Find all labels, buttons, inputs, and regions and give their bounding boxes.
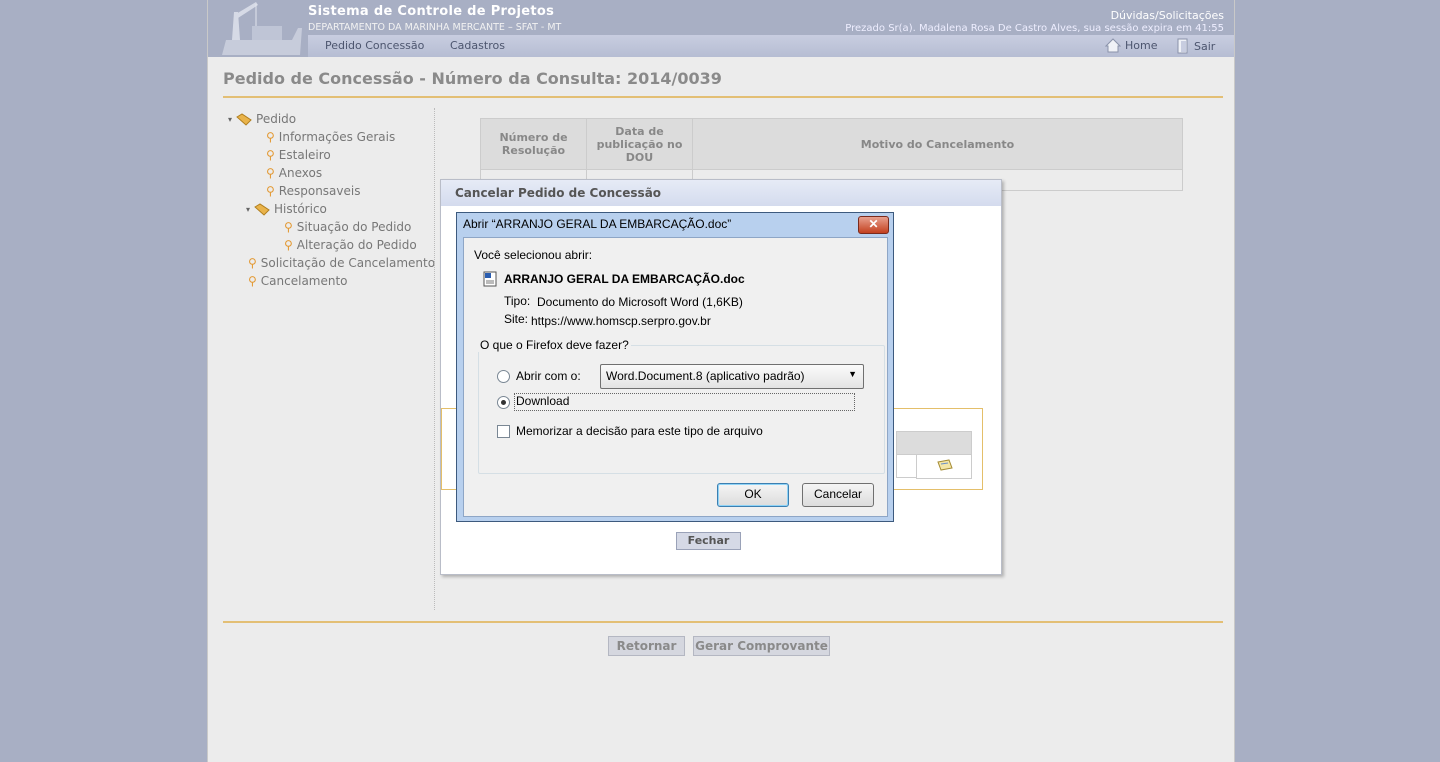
column-header: Data de publicação no DOU bbox=[586, 118, 693, 170]
remember-label[interactable]: Memorizar a decisão para este tipo de ar… bbox=[516, 424, 763, 438]
page-title: Pedido de Concessão - Número da Consulta… bbox=[223, 69, 722, 88]
site-label: Site: bbox=[504, 312, 529, 326]
app-header: Sistema de Controle de Projetos DEPARTAM… bbox=[208, 0, 1234, 57]
tree-label: Situação do Pedido bbox=[296, 220, 412, 234]
tree-label: Anexos bbox=[278, 166, 323, 180]
pin-icon: ⚲ bbox=[284, 220, 293, 234]
tree-item-cancelamento[interactable]: ⚲ Cancelamento bbox=[248, 274, 348, 288]
attachment-header-cell bbox=[917, 432, 971, 455]
type-label: Tipo: bbox=[504, 294, 531, 308]
pin-icon: ⚲ bbox=[266, 148, 275, 162]
ship-crane-logo bbox=[212, 0, 304, 57]
back-button[interactable]: Retornar bbox=[608, 636, 685, 656]
attachment-cell bbox=[916, 431, 972, 479]
session-info: Prezado Sr(a). Madalena Rosa De Castro A… bbox=[845, 23, 1224, 34]
help-link[interactable]: Dúvidas/Solicitações bbox=[1111, 9, 1224, 22]
application-select-value: Word.Document.8 (aplicativo padrão) bbox=[606, 369, 805, 383]
cancel-button[interactable]: Cancelar bbox=[802, 483, 874, 507]
firefox-download-dialog: Abrir “ARRANJO GERAL DA EMBARCAÇÃO.doc” … bbox=[456, 212, 894, 522]
tree-item-pedido[interactable]: ▾ Pedido bbox=[228, 112, 296, 126]
pin-icon: ⚲ bbox=[266, 184, 275, 198]
pin-icon: ⚲ bbox=[284, 238, 293, 252]
column-header: Número de Resolução bbox=[480, 118, 587, 170]
modal-title: Cancelar Pedido de Concessão bbox=[441, 180, 1001, 206]
site-value: https://www.homscp.serpro.gov.br bbox=[531, 314, 711, 328]
logout-link[interactable]: Sair bbox=[1176, 38, 1215, 54]
top-navbar: Pedido Concessão Cadastros Home Sair bbox=[308, 35, 1234, 57]
tree-label: Solicitação de Cancelamento bbox=[260, 256, 436, 270]
tree-label: Alteração do Pedido bbox=[296, 238, 417, 252]
collapse-arrow-icon[interactable]: ▾ bbox=[246, 205, 250, 214]
ok-button[interactable]: OK bbox=[717, 483, 789, 507]
download-radio[interactable] bbox=[497, 396, 510, 409]
pin-icon: ⚲ bbox=[248, 274, 257, 288]
department-name: DEPARTAMENTO DA MARINHA MERCANTE – SFAT … bbox=[308, 22, 562, 33]
pin-icon: ⚲ bbox=[248, 256, 257, 270]
open-with-radio[interactable] bbox=[497, 370, 510, 383]
home-icon bbox=[1105, 38, 1121, 53]
home-label: Home bbox=[1125, 39, 1158, 52]
tree-label: Estaleiro bbox=[278, 148, 331, 162]
tree-item-solicitacao-cancelamento[interactable]: ⚲ Solicitação de Cancelamento bbox=[248, 256, 435, 270]
folder-icon bbox=[254, 202, 270, 216]
footer-divider bbox=[223, 621, 1223, 623]
tree-item-informacoes-gerais[interactable]: ⚲ Informações Gerais bbox=[266, 130, 395, 144]
application-select[interactable]: Word.Document.8 (aplicativo padrão) ▼ bbox=[600, 364, 864, 389]
logout-label: Sair bbox=[1194, 39, 1216, 53]
tree-label: Histórico bbox=[274, 202, 327, 216]
close-button[interactable]: Fechar bbox=[676, 532, 741, 550]
pin-icon: ⚲ bbox=[266, 130, 275, 144]
tree-label: Pedido bbox=[256, 112, 297, 126]
close-icon[interactable]: ✕ bbox=[858, 216, 889, 234]
tree-item-anexos[interactable]: ⚲ Anexos bbox=[266, 166, 322, 180]
title-divider bbox=[223, 96, 1223, 98]
tree-separator bbox=[434, 108, 435, 610]
selected-label: Você selecionou abrir: bbox=[474, 248, 593, 262]
folder-icon bbox=[236, 112, 252, 126]
column-header: Motivo do Cancelamento bbox=[692, 118, 1183, 170]
type-value: Documento do Microsoft Word (1,6KB) bbox=[537, 295, 743, 309]
attachment-header-cell bbox=[896, 431, 917, 455]
tree-item-historico[interactable]: ▾ Histórico bbox=[246, 202, 327, 216]
file-name: ARRANJO GERAL DA EMBARCAÇÃO.doc bbox=[504, 272, 745, 286]
pin-icon: ⚲ bbox=[266, 166, 275, 180]
dialog-body: Você selecionou abrir: ARRANJO GERAL DA … bbox=[463, 237, 888, 517]
tree-item-estaleiro[interactable]: ⚲ Estaleiro bbox=[266, 148, 331, 162]
open-with-label[interactable]: Abrir com o: bbox=[516, 369, 581, 383]
attachment-icon[interactable] bbox=[937, 459, 953, 471]
collapse-arrow-icon[interactable]: ▾ bbox=[228, 115, 232, 124]
tree-item-situacao-pedido[interactable]: ⚲ Situação do Pedido bbox=[284, 220, 411, 234]
word-document-icon bbox=[483, 271, 497, 287]
system-title: Sistema de Controle de Projetos bbox=[308, 4, 555, 19]
action-question: O que o Firefox deve fazer? bbox=[478, 338, 631, 352]
dropdown-arrow-icon: ▼ bbox=[848, 369, 857, 379]
nav-pedido-concessao[interactable]: Pedido Concessão bbox=[325, 39, 424, 52]
generate-receipt-button[interactable]: Gerar Comprovante bbox=[693, 636, 830, 656]
tree-label: Cancelamento bbox=[260, 274, 348, 288]
tree-label: Informações Gerais bbox=[278, 130, 396, 144]
nav-cadastros[interactable]: Cadastros bbox=[450, 39, 505, 52]
home-link[interactable]: Home bbox=[1105, 38, 1157, 53]
dialog-title: Abrir “ARRANJO GERAL DA EMBARCAÇÃO.doc” bbox=[463, 217, 732, 231]
remember-checkbox[interactable] bbox=[497, 425, 510, 438]
attachment-cell bbox=[896, 454, 917, 478]
tree-item-responsaveis[interactable]: ⚲ Responsaveis bbox=[266, 184, 360, 198]
download-label[interactable]: Download bbox=[514, 393, 855, 411]
tree-item-alteracao-pedido[interactable]: ⚲ Alteração do Pedido bbox=[284, 238, 417, 252]
tree-label: Responsaveis bbox=[278, 184, 361, 198]
door-exit-icon bbox=[1177, 38, 1188, 54]
